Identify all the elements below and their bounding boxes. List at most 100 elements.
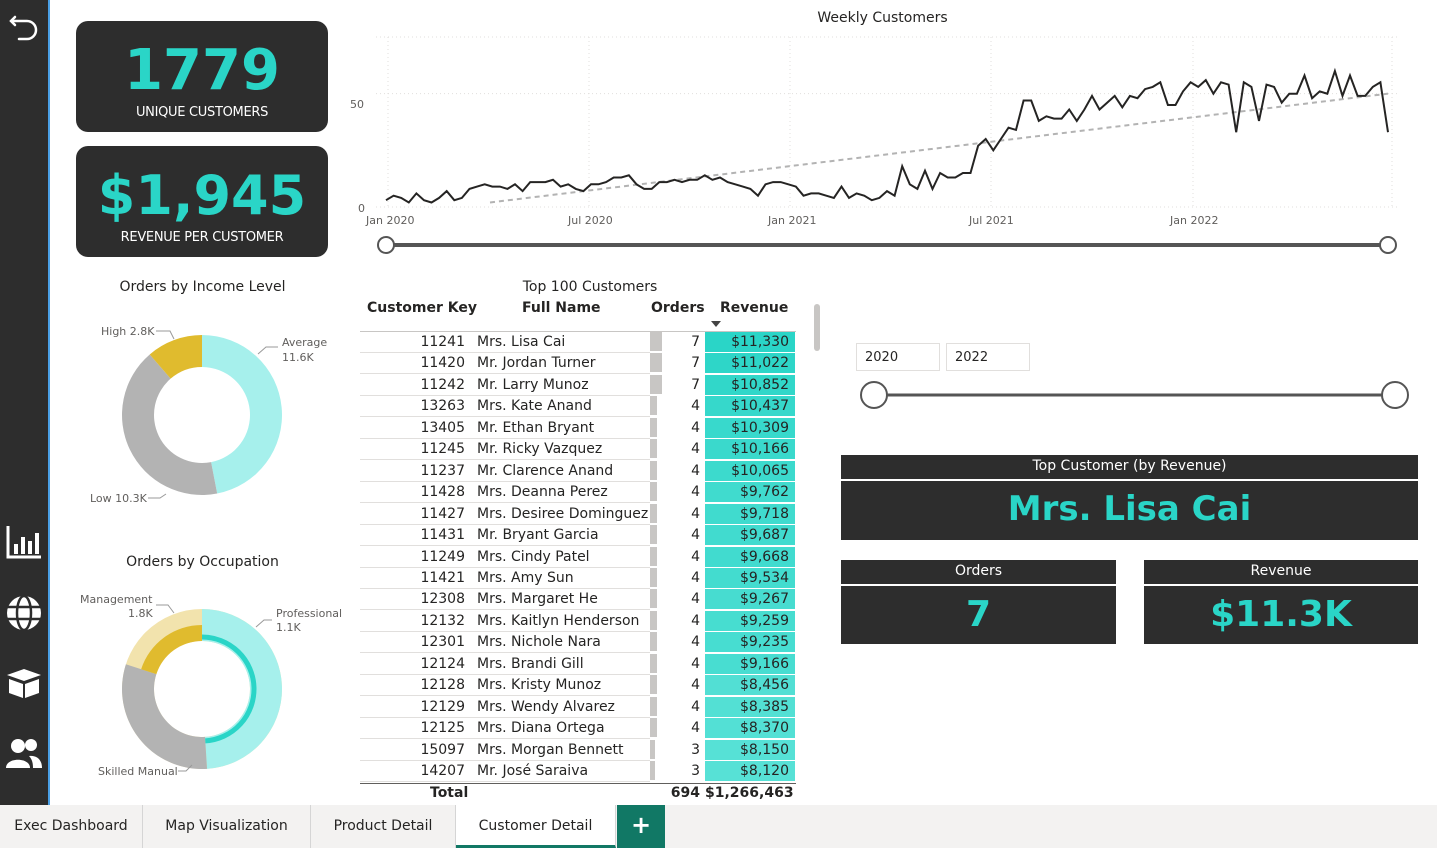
orders-data-bar [650, 396, 657, 416]
tab-product-detail[interactable]: Product Detail [311, 805, 456, 848]
orders-cell: 4 [691, 398, 700, 415]
col-customer-key[interactable]: Customer Key [367, 300, 477, 316]
table-row[interactable]: 11241 Mrs. Lisa Cai 7 $11,330 [360, 332, 796, 353]
table-row[interactable]: 12129 Mrs. Wendy Alvarez 4 $8,385 [360, 696, 796, 718]
table-row[interactable]: 11428 Mrs. Deanna Perez 4 $9,762 [360, 482, 796, 504]
revenue-cell: $9,166 [705, 653, 795, 674]
revenue-cell: $10,166 [705, 439, 795, 460]
table-scrollbar-thumb[interactable] [814, 304, 820, 351]
table-row[interactable]: 14207 Mr. José Saraiva 3 $8,120 [360, 761, 796, 782]
income-slice-average[interactable] [202, 335, 283, 494]
income-chart-title: Orders by Income Level [119, 279, 286, 295]
orders-cell: 4 [691, 505, 700, 522]
table-row[interactable]: 11245 Mr. Ricky Vazquez 4 $10,166 [360, 439, 796, 461]
full-name-cell: Mrs. Wendy Alvarez [477, 698, 615, 715]
tab-exec-dashboard[interactable]: Exec Dashboard [0, 805, 143, 848]
table-row[interactable]: 12128 Mrs. Kristy Munoz 4 $8,456 [360, 675, 796, 697]
table-row[interactable]: 11242 Mr. Larry Munoz 7 $10,852 [360, 374, 796, 396]
full-name-cell: Mr. Larry Munoz [477, 376, 589, 393]
table-row[interactable]: 12308 Mrs. Margaret He 4 $9,267 [360, 589, 796, 611]
customer-key-cell: 11245 [420, 441, 465, 458]
orders-cell: 4 [691, 591, 700, 608]
occupation-slice-skilled-manual[interactable] [121, 664, 208, 769]
top-customer-title: Top Customer (by Revenue) [841, 455, 1418, 481]
income-label-average-1: Average [282, 336, 327, 349]
col-full-name[interactable]: Full Name [522, 300, 601, 316]
orders-data-bar [650, 567, 657, 587]
table-row[interactable]: 13263 Mrs. Kate Anand 4 $10,437 [360, 396, 796, 418]
revenue-cell: $10,852 [705, 374, 795, 395]
customer-key-cell: 12308 [420, 591, 465, 608]
globe-icon[interactable] [4, 593, 44, 633]
orders-cell: 7 [691, 355, 700, 372]
back-arrow-icon[interactable] [4, 4, 44, 44]
date-range-start-handle[interactable] [377, 236, 395, 254]
table-row[interactable]: 11427 Mrs. Desiree Dominguez 4 $9,718 [360, 503, 796, 525]
table-row[interactable]: 12124 Mrs. Brandi Gill 4 $9,166 [360, 653, 796, 675]
top-customer-revenue-card: Revenue $11.3K [1144, 560, 1418, 644]
sort-desc-icon[interactable] [711, 321, 721, 327]
table-row[interactable]: 11420 Mr. Jordan Turner 7 $11,022 [360, 353, 796, 375]
table-row[interactable]: 11421 Mrs. Amy Sun 4 $9,534 [360, 567, 796, 589]
box-icon[interactable] [4, 663, 44, 703]
revenue-cell: $9,668 [705, 546, 795, 567]
orders-cell: 4 [691, 720, 700, 737]
occupation-label-management-1: Management [80, 593, 153, 606]
add-page-button[interactable]: + [617, 805, 665, 848]
col-revenue[interactable]: Revenue [720, 300, 788, 316]
full-name-cell: Mrs. Morgan Bennett [477, 741, 624, 758]
table-row[interactable]: 11431 Mr. Bryant Garcia 4 $9,687 [360, 525, 796, 547]
customer-key-cell: 11427 [420, 505, 465, 522]
revenue-cell: $9,267 [705, 589, 795, 610]
unique-customers-card: 1779 UNIQUE CUSTOMERS [76, 21, 328, 132]
table-row[interactable]: 12301 Mrs. Nichole Nara 4 $9,235 [360, 632, 796, 654]
orders-data-bar [650, 460, 657, 480]
full-name-cell: Mrs. Nichole Nara [477, 634, 601, 651]
total-revenue: $1,266,463 [705, 785, 794, 801]
customer-key-cell: 12128 [420, 677, 465, 694]
date-range-end-handle[interactable] [1379, 236, 1397, 254]
full-name-cell: Mrs. Kristy Munoz [477, 677, 602, 694]
revenue-cell: $10,437 [705, 396, 795, 417]
revenue-cell: $10,065 [705, 460, 795, 481]
year-start-input[interactable]: 2020 [856, 343, 940, 371]
year-end-input[interactable]: 2022 [946, 343, 1030, 371]
revenue-cell: $8,120 [705, 761, 795, 781]
revenue-cell: $8,370 [705, 718, 795, 739]
orders-data-bar [650, 439, 657, 459]
income-label-high: High 2.8K [101, 325, 155, 338]
table-row[interactable]: 13405 Mr. Ethan Bryant 4 $10,309 [360, 417, 796, 439]
users-icon[interactable] [4, 733, 44, 773]
left-navigation-bar [0, 0, 50, 805]
orders-card-value: 7 [965, 594, 992, 635]
occupation-label-professional-1: Professional [276, 607, 342, 620]
customer-key-cell: 11241 [420, 334, 465, 350]
y-tick-50: 50 [350, 98, 364, 111]
orders-cell: 7 [691, 334, 700, 350]
occupation-slice-professional[interactable] [202, 609, 283, 769]
x-tick-jul-2020: Jul 2020 [567, 214, 613, 227]
year-slider-start-handle[interactable] [860, 381, 888, 409]
revenue-cell: $9,235 [705, 632, 795, 653]
full-name-cell: Mrs. Diana Ortega [477, 720, 605, 737]
year-slider-end-handle[interactable] [1381, 381, 1409, 409]
tab-map-visualization[interactable]: Map Visualization [143, 805, 311, 848]
bar-chart-icon[interactable] [4, 522, 44, 562]
orders-data-bar [650, 589, 657, 609]
orders-data-bar [650, 417, 657, 437]
col-orders[interactable]: Orders [651, 300, 705, 316]
orders-cell: 4 [691, 441, 700, 458]
orders-cell: 4 [691, 484, 700, 501]
table-row[interactable]: 12125 Mrs. Diana Ortega 4 $8,370 [360, 718, 796, 740]
revenue-card-title: Revenue [1144, 560, 1418, 586]
table-row[interactable]: 12132 Mrs. Kaitlyn Henderson 4 $9,259 [360, 610, 796, 632]
orders-cell: 4 [691, 462, 700, 479]
tab-customer-detail[interactable]: Customer Detail [456, 805, 616, 848]
income-label-low: Low 10.3K [90, 492, 148, 505]
orders-card-title: Orders [841, 560, 1116, 586]
orders-cell: 4 [691, 612, 700, 629]
full-name-cell: Mr. Clarence Anand [477, 462, 614, 479]
table-row[interactable]: 11249 Mrs. Cindy Patel 4 $9,668 [360, 546, 796, 568]
table-row[interactable]: 15097 Mrs. Morgan Bennett 3 $8,150 [360, 739, 796, 761]
table-row[interactable]: 11237 Mr. Clarence Anand 4 $10,065 [360, 460, 796, 482]
